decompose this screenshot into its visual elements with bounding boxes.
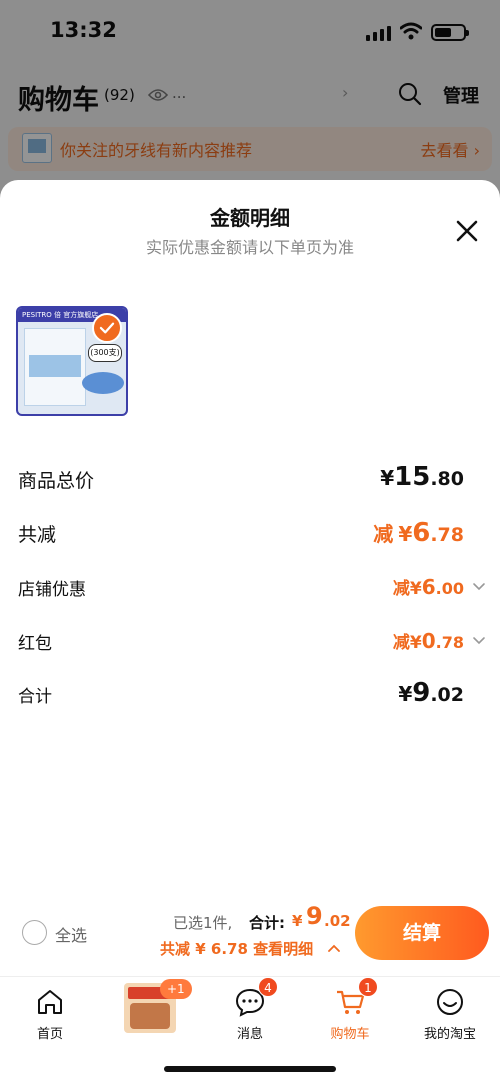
- sum-value: ¥9.02: [398, 678, 464, 708]
- home-icon: [38, 990, 62, 1014]
- tab-messages-label: 消息: [236, 1027, 263, 1042]
- smile-icon: [437, 989, 463, 1015]
- tab-mine-label: 我的淘宝: [423, 1027, 476, 1042]
- chevron-down-icon[interactable]: [472, 636, 486, 646]
- red-packet-value[interactable]: 减¥0.78: [393, 628, 464, 653]
- sheet-title: 金额明细: [210, 206, 290, 230]
- sum-label: 合计: [18, 687, 52, 707]
- tab-mine[interactable]: 我的淘宝: [410, 983, 490, 1042]
- chevron-down-icon[interactable]: [472, 582, 486, 592]
- tab-cart-label: 购物车: [330, 1027, 370, 1042]
- total-label: 合计:: [249, 914, 285, 932]
- tab-messages[interactable]: 消息: [210, 983, 290, 1042]
- red-packet-label: 红包: [18, 634, 52, 654]
- total-price-value: ¥15.80: [380, 462, 464, 492]
- store-discount-value[interactable]: 减¥6.00: [393, 574, 464, 599]
- total-reduce-label: 共减: [18, 524, 57, 546]
- sheet-subtitle: 实际优惠金额请以下单页为准: [145, 238, 354, 257]
- total-yen: ¥: [292, 912, 303, 930]
- home-indicator: [164, 1066, 336, 1072]
- tab-home[interactable]: 首页: [10, 983, 90, 1042]
- select-all-label[interactable]: 全选: [55, 922, 87, 946]
- selected-count: 已选1件,: [173, 914, 233, 932]
- total-int: 9: [306, 902, 323, 930]
- view-detail-link[interactable]: 共减 ¥ 6.78 查看明细: [160, 938, 313, 959]
- total-dec: .02: [324, 912, 351, 930]
- tab-bar: 首页 +1 消息 4 购物车 1 我的淘宝: [0, 976, 500, 1082]
- tab-home-label: 首页: [36, 1027, 63, 1042]
- close-icon[interactable]: [454, 218, 480, 244]
- checkout-bar: 全选 已选1件, 合计: ¥ 9 .02 共减 ¥ 6.78 查看明细 结算: [0, 896, 500, 976]
- checkout-button[interactable]: 结算: [355, 906, 489, 960]
- store-discount-label: 店铺优惠: [18, 580, 86, 600]
- select-all-radio[interactable]: [22, 920, 47, 945]
- total-price-label: 商品总价: [18, 470, 95, 492]
- product-pack-label: (300支): [88, 344, 122, 362]
- cart-badge: 1: [358, 977, 378, 997]
- messages-badge: 4: [258, 977, 278, 997]
- tab-cart[interactable]: 购物车: [310, 983, 390, 1042]
- total-reduce-value: 减 ¥6.78: [373, 518, 464, 548]
- check-icon[interactable]: [92, 313, 122, 343]
- chevron-up-icon[interactable]: [328, 944, 340, 952]
- promo-badge: +1: [160, 979, 192, 999]
